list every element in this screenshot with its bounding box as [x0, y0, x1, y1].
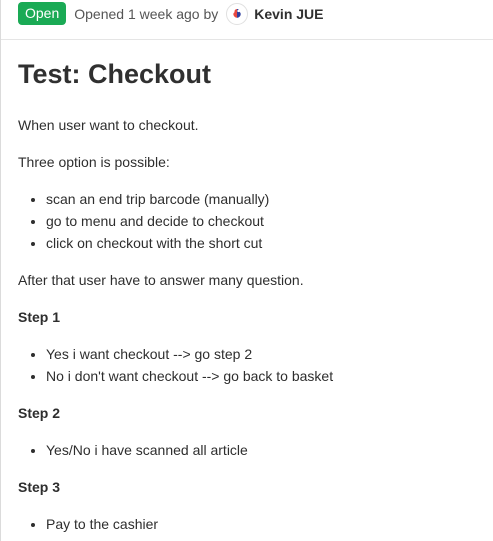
- options-intro: Three option is possible:: [18, 154, 170, 170]
- description-intro: When user want to checkout.: [18, 117, 199, 133]
- step-heading: Step 2: [18, 402, 488, 424]
- list-item: Pay to the cashier: [46, 513, 488, 535]
- issue-title: Test: Checkout: [18, 59, 212, 89]
- author-name-link[interactable]: Kevin JUE: [254, 6, 323, 22]
- list-item: Yes/No i have scanned all article: [46, 439, 488, 461]
- step-heading: Step 1: [18, 306, 488, 328]
- step-heading: Step 3: [18, 476, 488, 498]
- step-3-list: Pay to the cashier: [18, 513, 488, 535]
- status-badge: Open: [18, 2, 67, 25]
- issue-header: Open Opened 1 week ago by Kevin JUE: [18, 2, 324, 25]
- step-3-heading: Step 3: [18, 479, 61, 495]
- options-list: scan an end trip barcode (manually) go t…: [18, 188, 488, 254]
- step-1-heading: Step 1: [18, 309, 61, 325]
- issue-description: When user want to checkout. Three option…: [18, 114, 488, 535]
- left-border: [0, 0, 1, 541]
- step-1-list: Yes i want checkout --> go step 2 No i d…: [18, 343, 488, 387]
- list-item: No i don't want checkout --> go back to …: [46, 365, 488, 387]
- author-avatar-icon[interactable]: [226, 2, 249, 25]
- list-item: go to menu and decide to checkout: [46, 210, 488, 232]
- avatar-shape-icon: [228, 4, 247, 23]
- header-divider: [1, 39, 493, 40]
- step-2-heading: Step 2: [18, 405, 61, 421]
- list-item: Yes i want checkout --> go step 2: [46, 343, 488, 365]
- step-2-list: Yes/No i have scanned all article: [18, 439, 488, 461]
- list-item: scan an end trip barcode (manually): [46, 188, 488, 210]
- list-item: click on checkout with the short cut: [46, 232, 488, 254]
- after-text: After that user have to answer many ques…: [18, 272, 304, 288]
- opened-text: Opened 1 week ago by: [74, 5, 219, 22]
